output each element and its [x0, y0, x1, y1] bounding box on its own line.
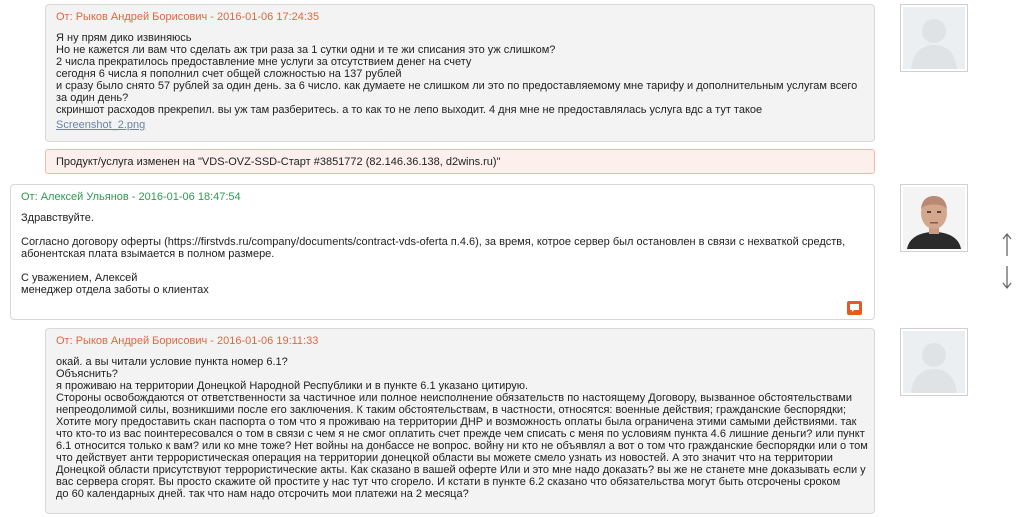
message-line: Донецкой области присутствуют террористи… — [56, 464, 866, 476]
message-line: вас сервера сгорят. Вы просто скажите ой… — [56, 476, 841, 488]
message-line: Стороны освобождаются от ответственности… — [56, 392, 852, 404]
user-silhouette-icon — [903, 331, 965, 393]
message-line: и сразу было снято 57 рублей за один ден… — [56, 80, 858, 92]
product-change-notice: Продукт/услуга изменен на "VDS-OVZ-SSD-С… — [45, 149, 875, 174]
message-line: Согласно договору оферты (https://firstv… — [21, 236, 846, 248]
message-line: что действует анти террористическая опер… — [56, 452, 833, 464]
message-line: непреодолимой силы, возникшими после его… — [56, 404, 847, 416]
message-line: 2 числа прекратилось предоставление мне … — [56, 56, 472, 68]
message-client-2: От: Рыков Андрей Борисович - 2016-01-06 … — [45, 328, 875, 514]
message-line: Объяснить? — [56, 368, 118, 380]
message-line: Здравствуйте. — [21, 212, 94, 224]
user-silhouette-icon — [903, 7, 965, 69]
message-line: до 60 календарных дней. так что нам надо… — [56, 488, 469, 500]
quote-button[interactable] — [847, 301, 862, 315]
message-line: скриншот расходов прекрепил. вы уж там р… — [56, 104, 763, 116]
message-line: менеджер отдела заботы о клиентах — [21, 284, 209, 296]
avatar-staff — [900, 184, 968, 252]
avatar-client-1 — [900, 4, 968, 72]
message-staff-1: От: Алексей Ульянов - 2016-01-06 18:47:5… — [10, 184, 875, 320]
message-line: сегодня 6 числа я пополнил счет общей сл… — [56, 68, 402, 80]
message-line: Но не кажется ли вам что сделать аж три … — [56, 44, 556, 56]
message-header: От: Рыков Андрей Борисович - 2016-01-06 … — [56, 11, 320, 23]
avatar-client-2 — [900, 328, 968, 396]
message-line: окай. а вы читали условие пункта номер 6… — [56, 356, 288, 368]
quote-icon — [850, 304, 859, 312]
staff-photo — [903, 187, 965, 249]
message-line: С уважением, Алексей — [21, 272, 138, 284]
message-line: Хотите могу предоставить скан паспорта о… — [56, 416, 857, 428]
message-line: я проживаю на территории Донецкой Народн… — [56, 380, 529, 392]
up-down-arrows-icon[interactable] — [1000, 232, 1014, 290]
attachment-link[interactable]: Screenshot_2.png — [56, 119, 145, 131]
message-line: Я ну прям дико извиняюсь — [56, 32, 192, 44]
message-header: От: Рыков Андрей Борисович - 2016-01-06 … — [56, 335, 319, 347]
message-header: От: Алексей Ульянов - 2016-01-06 18:47:5… — [21, 191, 241, 203]
message-line: 6.1 относится только к вам? или ко мне т… — [56, 440, 868, 452]
message-line: за один день? — [56, 92, 129, 104]
message-line: абонентская плата взымается в полном раз… — [21, 248, 275, 260]
message-client-1: От: Рыков Андрей Борисович - 2016-01-06 … — [45, 4, 875, 142]
message-line: что кто-то из вас поинтересовался о том … — [56, 428, 865, 440]
